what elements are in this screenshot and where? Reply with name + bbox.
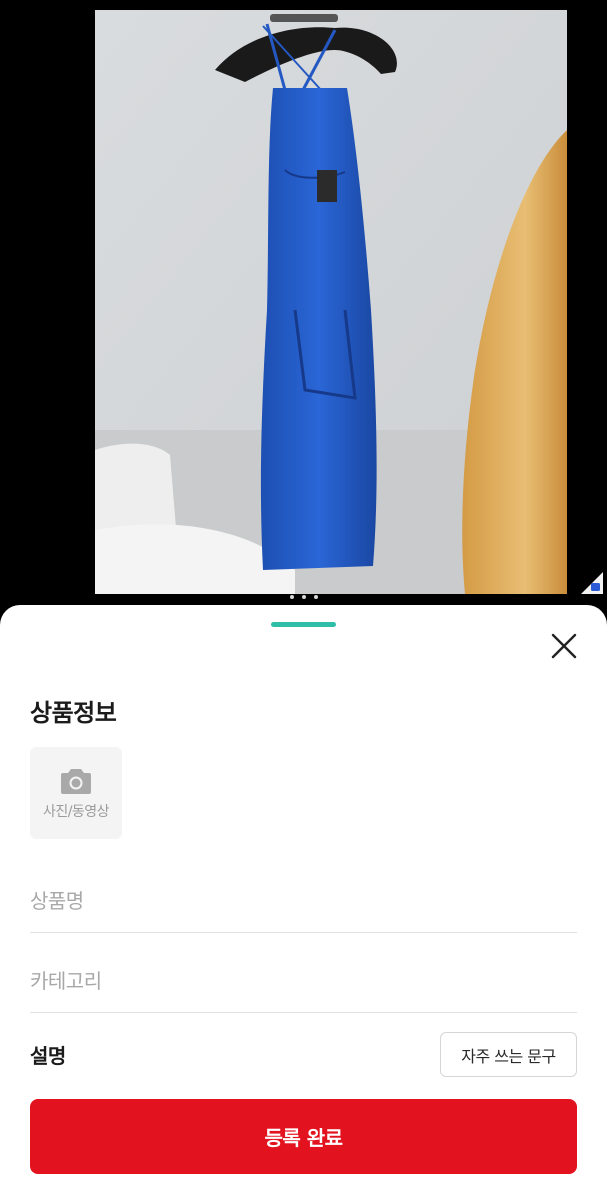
- sheet-drag-handle[interactable]: [271, 622, 336, 627]
- camera-icon: [61, 769, 91, 794]
- product-name-placeholder: 상품명: [30, 889, 84, 913]
- sheet-title: 상품정보: [30, 699, 117, 727]
- submit-button[interactable]: 등록 완료: [30, 1099, 577, 1174]
- frequent-phrases-button[interactable]: 자주 쓰는 문구: [440, 1032, 577, 1077]
- add-media-button[interactable]: 사진/동영상: [30, 747, 122, 839]
- product-photo-image: [95, 10, 567, 594]
- category-field[interactable]: 카테고리: [30, 949, 577, 1013]
- close-icon: [551, 633, 577, 659]
- product-photo[interactable]: [95, 10, 567, 594]
- pager-dot: [313, 595, 318, 599]
- add-media-label: 사진/동영상: [42, 804, 110, 820]
- close-button[interactable]: [547, 629, 581, 663]
- product-name-field[interactable]: 상품명: [30, 869, 577, 933]
- screen: 상품정보 사진/동영상 상품명 카테고리 설명 자주 쓰는 문구 등록 완료: [0, 0, 607, 1200]
- photo-pager-dots: [0, 595, 607, 600]
- pager-dot: [289, 595, 294, 599]
- pager-dot: [301, 595, 306, 599]
- app-badge-icon: [581, 572, 603, 594]
- description-label: 설명: [30, 1044, 66, 1068]
- category-placeholder: 카테고리: [30, 969, 102, 993]
- product-info-sheet: 상품정보 사진/동영상 상품명 카테고리 설명 자주 쓰는 문구 등록 완료: [0, 605, 607, 1200]
- photo-viewer[interactable]: [0, 0, 607, 600]
